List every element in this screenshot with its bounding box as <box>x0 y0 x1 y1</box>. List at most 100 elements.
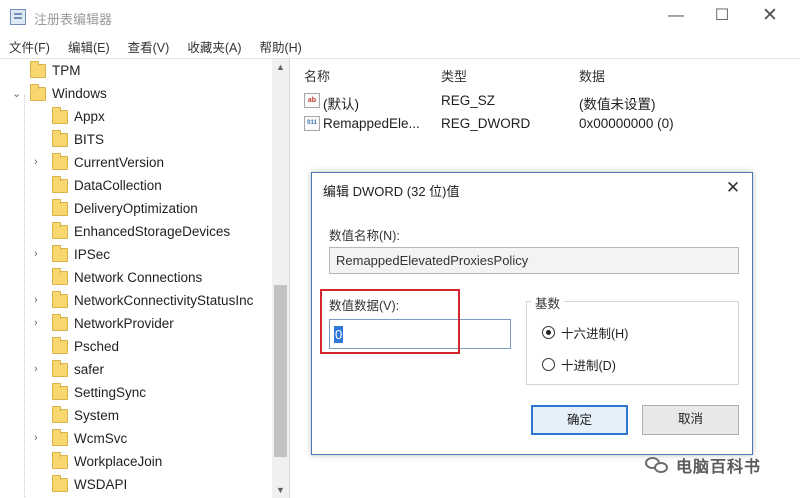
watermark: 电脑百科书 <box>645 452 761 478</box>
tree-item[interactable]: › NetworkProvider <box>0 314 272 336</box>
value-data: (数值未设置) <box>579 97 656 112</box>
wechat-icon <box>645 455 670 475</box>
value-row-default[interactable]: ab (默认) REG_SZ (数值未设置) <box>291 90 800 112</box>
menu-file[interactable]: 文件(F) <box>9 37 50 56</box>
tree-item[interactable]: DataCollection <box>0 176 272 198</box>
cancel-button[interactable]: 取消 <box>642 405 739 435</box>
tree-item[interactable]: TPM <box>0 61 272 83</box>
tree-scrollbar[interactable]: ▲ ▼ <box>272 59 289 498</box>
red-highlight-box <box>320 289 460 354</box>
folder-icon <box>52 429 68 446</box>
menu-favorites[interactable]: 收藏夹(A) <box>187 37 241 56</box>
tree-item-label: WorkplaceJoin <box>74 454 163 469</box>
tree-item[interactable]: WSDAPI <box>0 475 272 497</box>
maximize-button[interactable]: ☐ <box>700 4 744 30</box>
menu-view[interactable]: 查看(V) <box>128 37 170 56</box>
tree-item[interactable]: › NetworkConnectivityStatusInc <box>0 291 272 313</box>
registry-editor-icon <box>10 9 26 25</box>
close-button[interactable]: ✕ <box>748 4 792 30</box>
value-type: REG_DWORD <box>441 116 531 131</box>
tree-item-label: Windows <box>52 86 107 101</box>
tree-item[interactable]: › WcmSvc <box>0 429 272 451</box>
menu-bar: 文件(F) 编辑(E) 查看(V) 收藏夹(A) 帮助(H) <box>0 34 800 58</box>
value-type: REG_SZ <box>441 93 496 108</box>
tree-item-label: BITS <box>74 132 105 147</box>
tree-item-label: EnhancedStorageDevices <box>74 224 231 239</box>
tree-item[interactable]: EnhancedStorageDevices <box>0 222 272 244</box>
tree-item-label: CurrentVersion <box>74 155 165 170</box>
value-name-label: 数值名称(N): <box>329 229 400 243</box>
folder-icon <box>52 268 68 285</box>
tree-item[interactable]: ⌄ Windows <box>0 84 272 106</box>
tree-item-label: DataCollection <box>74 178 162 193</box>
value-data: 0x00000000 (0) <box>579 116 674 131</box>
tree-item-label: Network Connections <box>74 270 203 285</box>
menu-edit[interactable]: 编辑(E) <box>68 37 110 56</box>
expand-chevron-icon[interactable]: › <box>34 432 38 444</box>
tree-item[interactable]: WorkplaceJoin <box>0 452 272 474</box>
dword-value-icon: 011 <box>304 116 320 131</box>
tree-item[interactable]: System <box>0 406 272 428</box>
value-name: RemappedEle... <box>323 116 420 131</box>
tree-item-label: NetworkConnectivityStatusInc <box>74 293 254 308</box>
tree-item[interactable]: BITS <box>0 130 272 152</box>
tree-item-label: SettingSync <box>74 385 147 400</box>
ok-button[interactable]: 确定 <box>531 405 628 435</box>
edit-dword-dialog: 编辑 DWORD (32 位)值 ✕ 数值名称(N): RemappedElev… <box>311 172 753 455</box>
radio-dec-label: 十进制(D) <box>561 358 616 373</box>
tree-item[interactable]: Psched <box>0 337 272 359</box>
list-header: 名称 类型 数据 <box>291 59 800 87</box>
radio-hexadecimal[interactable]: 十六进制(H) <box>542 323 628 341</box>
tree-item[interactable]: DeliveryOptimization <box>0 199 272 221</box>
expand-chevron-icon[interactable]: › <box>34 156 38 168</box>
scrollbar-thumb[interactable] <box>274 285 287 457</box>
registry-tree: TPM ⌄ Windows Appx BITS › CurrentVersion DataCo… <box>0 58 290 498</box>
radio-hex-circle[interactable] <box>542 325 555 339</box>
tree-item[interactable]: › CurrentVersion <box>0 153 272 175</box>
folder-icon <box>52 291 68 308</box>
folder-icon <box>30 84 46 101</box>
radio-dec-circle[interactable] <box>542 357 555 371</box>
column-header-type[interactable]: 类型 <box>441 66 467 85</box>
column-header-name[interactable]: 名称 <box>304 66 330 85</box>
folder-icon <box>52 406 68 423</box>
tree-item-label: System <box>74 408 120 423</box>
tree-item[interactable]: SettingSync <box>0 383 272 405</box>
dialog-close-button[interactable]: ✕ <box>720 177 746 201</box>
tree-item-label: NetworkProvider <box>74 316 174 331</box>
base-group-label: 基数 <box>531 293 565 312</box>
tree-item[interactable]: Appx <box>0 107 272 129</box>
tree-item-label: IPSec <box>74 247 111 262</box>
radio-decimal[interactable]: 十进制(D) <box>542 355 616 373</box>
collapse-chevron-icon[interactable]: ⌄ <box>12 87 21 100</box>
tree-item-label: safer <box>74 362 105 377</box>
tree-item-label: WSDAPI <box>74 477 128 492</box>
window-title: 注册表编辑器 <box>34 12 113 27</box>
expand-chevron-icon[interactable]: › <box>34 248 38 260</box>
tree-item[interactable]: Network Connections <box>0 268 272 290</box>
expand-chevron-icon[interactable]: › <box>34 363 38 375</box>
tree-item-label: TPM <box>52 63 81 78</box>
tree-item-label: DeliveryOptimization <box>74 201 198 216</box>
watermark-text: 电脑百科书 <box>676 459 762 476</box>
tree-item[interactable]: › IPSec <box>0 245 272 267</box>
scroll-down-arrow-icon[interactable]: ▼ <box>272 482 289 498</box>
folder-icon <box>52 452 68 469</box>
folder-icon <box>52 383 68 400</box>
folder-icon <box>52 475 68 492</box>
dialog-title: 编辑 DWORD (32 位)值 <box>323 184 460 199</box>
minimize-button[interactable]: — <box>654 4 698 30</box>
menu-help[interactable]: 帮助(H) <box>259 37 301 56</box>
tree-item-label: Appx <box>74 109 105 124</box>
value-name: (默认) <box>323 97 359 112</box>
folder-icon <box>52 153 68 170</box>
value-name-field: RemappedElevatedProxiesPolicy <box>329 247 739 274</box>
title-bar: 注册表编辑器 — ☐ ✕ <box>0 0 800 34</box>
scroll-up-arrow-icon[interactable]: ▲ <box>272 59 289 76</box>
tree-item[interactable]: › safer <box>0 360 272 382</box>
column-header-data[interactable]: 数据 <box>579 66 605 85</box>
folder-icon <box>52 107 68 124</box>
expand-chevron-icon[interactable]: › <box>34 317 38 329</box>
expand-chevron-icon[interactable]: › <box>34 294 38 306</box>
value-row-remapped[interactable]: 011 RemappedEle... REG_DWORD 0x00000000 … <box>291 113 800 135</box>
